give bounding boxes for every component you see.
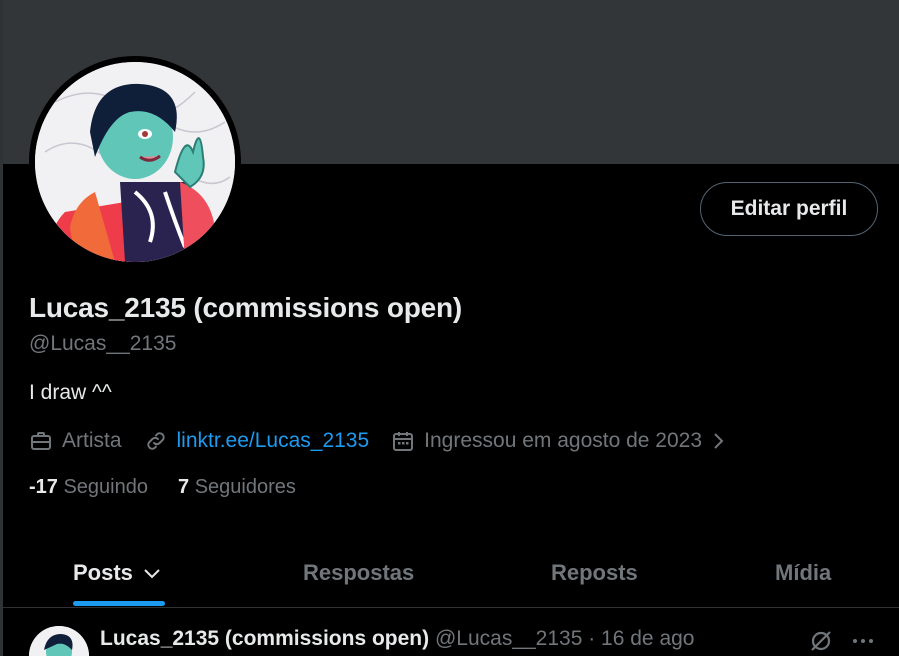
grok-icon[interactable] xyxy=(808,628,834,654)
chevron-right-icon[interactable] xyxy=(708,431,728,451)
profile-handle: @Lucas__2135 xyxy=(29,332,177,355)
post-avatar[interactable] xyxy=(29,626,89,656)
avatar-illustration xyxy=(35,62,235,262)
link-item[interactable]: linktr.ee/Lucas_2135 xyxy=(144,429,370,453)
profile-tabs: Posts Respostas Reposts Mídia xyxy=(3,538,899,608)
chevron-down-icon[interactable] xyxy=(141,562,163,584)
post-actions xyxy=(808,628,892,654)
tab-posts[interactable]: Posts xyxy=(73,538,163,608)
more-icon[interactable] xyxy=(850,628,876,654)
tab-respostas-label: Respostas xyxy=(303,560,415,585)
tab-reposts[interactable]: Reposts xyxy=(551,538,638,608)
joined-item[interactable]: Ingressou em agosto de 2023 xyxy=(391,429,728,453)
profession-label: Artista xyxy=(62,429,122,452)
tab-reposts-label: Reposts xyxy=(551,560,638,585)
post-header: Lucas_2135 (commissions open) @Lucas__21… xyxy=(100,627,695,651)
follow-counts: -17 Seguindo 7 Seguidores xyxy=(29,476,326,499)
post-author-name[interactable]: Lucas_2135 (commissions open) xyxy=(100,627,429,650)
briefcase-icon xyxy=(29,429,53,453)
followers-link[interactable]: 7 Seguidores xyxy=(178,476,296,499)
profile-link[interactable]: linktr.ee/Lucas_2135 xyxy=(177,429,370,453)
profession-item: Artista xyxy=(29,429,122,453)
profile-bio: I draw ^^ xyxy=(29,381,112,404)
tab-midia-label: Mídia xyxy=(775,560,832,585)
tab-posts-label: Posts xyxy=(73,560,133,585)
following-label: Seguindo xyxy=(63,476,148,498)
link-icon xyxy=(144,429,168,453)
post-avatar-illustration xyxy=(29,626,89,656)
calendar-icon xyxy=(391,429,415,453)
post-item[interactable]: Lucas_2135 (commissions open) @Lucas__21… xyxy=(3,608,899,656)
following-count: -17 xyxy=(29,476,58,498)
display-name: Lucas_2135 (commissions open) xyxy=(29,292,463,323)
active-tab-indicator xyxy=(73,601,165,606)
edit-profile-button[interactable]: Editar perfil xyxy=(700,182,878,236)
profile-meta: Artista linktr.ee/Lucas_2135 Ingressou e… xyxy=(29,426,750,456)
followers-count: 7 xyxy=(178,476,190,498)
joined-label: Ingressou em agosto de 2023 xyxy=(424,429,703,452)
post-meta: @Lucas__2135 · 16 de ago xyxy=(434,627,695,650)
profile-avatar[interactable] xyxy=(35,62,235,262)
tab-respostas[interactable]: Respostas xyxy=(303,538,414,608)
following-link[interactable]: -17 Seguindo xyxy=(29,476,148,499)
tab-midia[interactable]: Mídia xyxy=(775,538,831,608)
followers-label: Seguidores xyxy=(194,476,296,498)
